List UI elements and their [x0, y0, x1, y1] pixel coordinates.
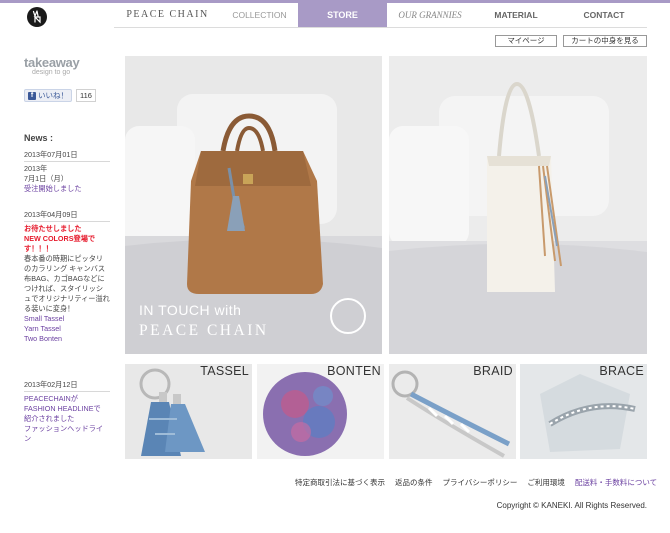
news-link-two-bonten[interactable]: Two Bonten [24, 334, 110, 344]
hero-image-brown-bag[interactable]: IN TOUCH with PEACE CHAIN [125, 56, 382, 354]
peace-hand-icon[interactable] [27, 7, 47, 27]
news-link[interactable]: FASHION HEADLINEで [24, 404, 110, 414]
nav-our-grannies[interactable]: OUR GRANNIES [387, 3, 473, 27]
nav-contact[interactable]: CONTACT [559, 3, 649, 27]
nav-material[interactable]: MATERIAL [473, 3, 559, 27]
brace-label: BRACE [599, 364, 644, 378]
footer-link-shipping-fees[interactable]: 配送料・手数料について [575, 477, 657, 488]
footer-link-privacy[interactable]: プライバシーポリシー [443, 477, 518, 488]
bonten-label: BONTEN [327, 364, 381, 378]
like-count: 116 [76, 89, 96, 102]
tote-bag-illustration [389, 56, 647, 354]
footer-links: 特定商取引法に基づく表示 返品の条件 プライバシーポリシー ご利用環境 配送料・… [295, 477, 657, 488]
news-item: 2013年02月12日 PEACECHAINが FASHION HEADLINE… [24, 380, 110, 444]
tassel-illustration [125, 364, 252, 459]
hero-caption-line2: PEACE CHAIN [139, 322, 269, 339]
news-item: 2013年04月09日 お待たせしました NEW COLORS登場で す！！！ … [24, 210, 110, 344]
nav-collection[interactable]: COLLECTION [221, 3, 298, 27]
hero-image-tote-bag[interactable] [389, 56, 647, 354]
news-text: 2013年 [24, 164, 48, 173]
category-tassel[interactable]: TASSEL [125, 364, 252, 459]
facebook-icon: f [28, 91, 36, 100]
category-brace[interactable]: BRACE [520, 364, 647, 459]
news-heading: News : [24, 133, 54, 143]
braid-illustration [389, 364, 516, 459]
mypage-button[interactable]: マイページ [495, 35, 557, 47]
facebook-like: f いいね！ 116 [24, 89, 96, 102]
footer-link-environment[interactable]: ご利用環境 [527, 477, 565, 488]
news-link[interactable]: 受注開始しました [24, 184, 110, 194]
footer-link-returns[interactable]: 返品の条件 [395, 477, 433, 488]
news-link[interactable]: 紹介されました [24, 414, 110, 424]
category-bonten[interactable]: BONTEN [257, 364, 384, 459]
view-cart-button[interactable]: カートの中身を見る [563, 35, 647, 47]
news-link-yarn-tassel[interactable]: Yarn Tassel [24, 324, 110, 334]
news-headline: お待たせしました [24, 224, 82, 233]
news-date: 2013年02月12日 [24, 380, 110, 392]
brace-illustration [520, 364, 647, 459]
news-headline: す！！！ [24, 244, 53, 253]
news-date: 2013年07月01日 [24, 150, 110, 162]
news-link-small-tassel[interactable]: Small Tassel [24, 314, 110, 324]
news-link[interactable]: ファッションヘッドライン [24, 424, 110, 444]
tassel-label: TASSEL [200, 364, 249, 378]
news-date: 2013年04月09日 [24, 210, 110, 222]
nav-peace-chain[interactable]: PEACE CHAIN [114, 3, 221, 27]
takeaway-brand-logo[interactable]: takeaway design to go [24, 56, 94, 77]
news-text: 7月1日（月） [24, 174, 68, 183]
news-item: 2013年07月01日 2013年 7月1日（月） 受注開始しました [24, 150, 110, 194]
hero-caption-line1: IN TOUCH with [139, 302, 242, 318]
news-headline: NEW COLORS登場で [24, 234, 96, 243]
bonten-illustration [257, 364, 384, 459]
category-braid[interactable]: BRAID [389, 364, 516, 459]
brand-main-text: takeaway [24, 55, 80, 70]
nav-divider [114, 27, 647, 28]
footer-link-commerce-law[interactable]: 特定商取引法に基づく表示 [295, 477, 385, 488]
main-nav: PEACE CHAIN COLLECTION STORE OUR GRANNIE… [114, 3, 649, 27]
like-label: いいね！ [38, 91, 68, 100]
copyright: Copyright © KANEKI. All Rights Reserved. [496, 501, 647, 510]
brand-sub-text: design to go [32, 69, 71, 76]
braid-label: BRAID [473, 364, 513, 378]
news-text: 春本番の時期にピッタリのカラリング キャンバス布BAG、カゴBAGなどにつければ… [24, 254, 110, 313]
news-link[interactable]: PEACECHAINが [24, 394, 110, 404]
facebook-like-button[interactable]: f いいね！ [24, 89, 72, 102]
nav-store[interactable]: STORE [298, 3, 387, 27]
